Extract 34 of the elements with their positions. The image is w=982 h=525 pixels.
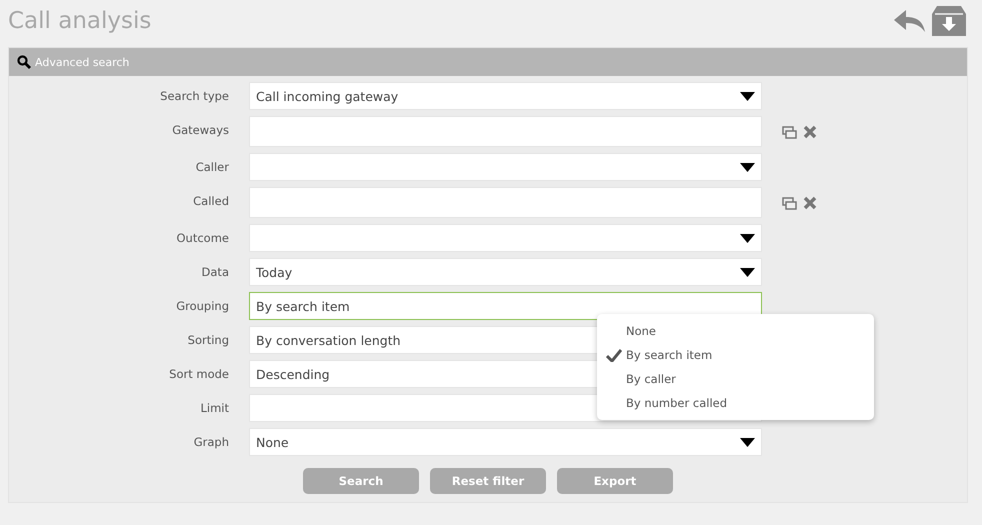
field-label: Search type [160, 88, 229, 103]
select-field[interactable] [249, 153, 762, 181]
input-field[interactable] [249, 116, 762, 147]
close-icon[interactable] [803, 125, 817, 139]
search-icon [17, 55, 31, 69]
field-label: Sorting [188, 332, 229, 347]
dropdown-arrow-icon[interactable] [740, 438, 755, 446]
dropdown-arrow-icon[interactable] [740, 92, 755, 100]
field-label: Graph [194, 434, 229, 449]
dropdown-arrow-icon[interactable] [740, 234, 755, 242]
back-arrow-icon[interactable] [894, 10, 926, 32]
select-field[interactable]: None [249, 428, 762, 456]
field-label: Limit [200, 400, 229, 415]
select-field[interactable] [249, 224, 762, 252]
input-field[interactable] [249, 187, 762, 218]
field-label: Caller [196, 159, 229, 174]
windows-icon[interactable] [782, 126, 797, 138]
page-title: Call analysis [8, 8, 152, 34]
field-label: Grouping [176, 298, 229, 313]
archive-download-icon[interactable] [932, 6, 966, 36]
menu-option[interactable]: By number called [597, 391, 874, 415]
field-label: Outcome [176, 230, 229, 245]
field-label: Sort mode [169, 366, 229, 381]
field-label: Gateways [172, 122, 229, 137]
windows-icon[interactable] [782, 196, 797, 210]
dropdown-arrow-icon[interactable] [740, 268, 755, 276]
select-field[interactable]: Today [249, 258, 762, 286]
field-label: Data [202, 264, 229, 279]
input-field[interactable]: By search item [249, 292, 762, 320]
select-field[interactable]: Call incoming gateway [249, 82, 762, 110]
panel-title: Advanced search [35, 56, 130, 68]
field-label: Called [193, 193, 229, 208]
dropdown-arrow-icon[interactable] [740, 162, 755, 172]
close-icon[interactable] [803, 196, 817, 210]
